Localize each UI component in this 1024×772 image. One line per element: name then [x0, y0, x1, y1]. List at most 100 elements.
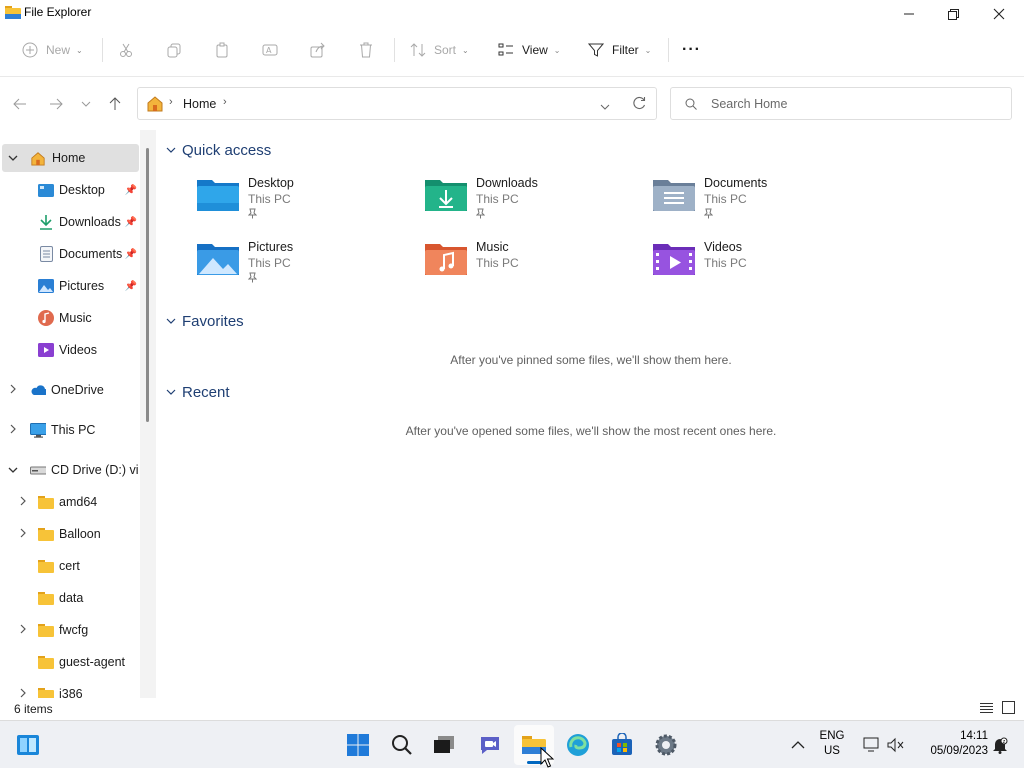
quick-access-item[interactable]: Documents This PC [652, 176, 852, 228]
chevron-down-icon [166, 387, 176, 398]
search-box[interactable]: Search Home [670, 87, 1012, 120]
breadcrumb-home[interactable]: Home [183, 97, 216, 111]
copy-button[interactable] [164, 28, 190, 72]
clock-time: 14:11 [960, 730, 988, 742]
quick-access-item[interactable]: Videos This PC [652, 240, 852, 292]
search-input[interactable]: Search Home [711, 97, 787, 111]
rename-button[interactable]: A [260, 28, 286, 72]
videos-folder-icon [652, 240, 696, 276]
arrow-right-icon [50, 98, 63, 110]
sidebar-item-label: data [59, 591, 84, 605]
recent-header[interactable]: Recent [166, 384, 230, 401]
rename-icon: A [260, 42, 280, 58]
sidebar-item-folder[interactable]: i386 [2, 680, 139, 698]
notifications-button[interactable]: z [980, 725, 1020, 765]
view-label: View [522, 43, 548, 57]
sidebar-item-label: Balloon [59, 527, 101, 541]
sidebar-item-folder[interactable]: amd64 [2, 488, 139, 516]
sidebar-item-folder[interactable]: cert [2, 552, 139, 580]
view-button[interactable]: View ⌄ [496, 28, 561, 72]
delete-button[interactable] [356, 28, 382, 72]
microsoft-store-icon [612, 733, 632, 755]
quick-access-item[interactable]: Desktop This PC [196, 176, 396, 228]
task-view-icon [434, 736, 454, 753]
more-options-button[interactable]: ··· [682, 28, 701, 72]
tiles-view-button[interactable] [1002, 701, 1015, 717]
start-button[interactable] [338, 725, 378, 765]
item-location: This PC [704, 256, 747, 270]
details-view-button[interactable] [980, 702, 993, 717]
gear-icon [655, 734, 677, 756]
new-button[interactable]: New ⌄ [20, 28, 83, 72]
windows-logo-icon [347, 734, 369, 756]
task-view-button[interactable] [424, 725, 464, 765]
music-folder-icon [424, 240, 468, 276]
minimize-button[interactable] [886, 0, 932, 28]
paste-button[interactable] [212, 28, 238, 72]
recent-empty-message: After you've opened some files, we'll sh… [405, 424, 777, 438]
chevron-right-icon[interactable] [18, 624, 28, 637]
close-button[interactable] [976, 0, 1022, 28]
folder-icon [38, 494, 54, 510]
sidebar-item-folder[interactable]: fwcfg [2, 616, 139, 644]
sidebar-item-folder[interactable]: guest-agent [2, 648, 139, 676]
favorites-empty-message: After you've pinned some files, we'll sh… [450, 353, 732, 367]
volume-button[interactable] [876, 725, 916, 765]
settings-button[interactable] [646, 725, 686, 765]
command-bar: New ⌄ A Sort ⌄ View ⌄ Filter ⌄ ··· [0, 28, 1024, 77]
quick-access-item[interactable]: Pictures This PC [196, 240, 396, 292]
refresh-button[interactable] [632, 96, 646, 113]
chevron-right-icon[interactable] [18, 528, 28, 541]
language-code: ENG [819, 730, 845, 742]
documents-folder-icon [652, 176, 696, 212]
sort-button[interactable]: Sort ⌄ [408, 28, 469, 72]
item-name: Downloads [476, 176, 538, 190]
clock[interactable]: 14:11 05/09/2023 [912, 730, 988, 762]
item-location: This PC [476, 256, 519, 270]
quick-access-item[interactable]: Music This PC [424, 240, 624, 292]
store-button[interactable] [602, 725, 642, 765]
chat-button[interactable] [470, 725, 510, 765]
quick-access-item[interactable]: Downloads This PC [424, 176, 624, 228]
restore-button[interactable] [930, 0, 976, 28]
quick-access-header[interactable]: Quick access [166, 142, 271, 159]
forward-button[interactable] [44, 92, 68, 116]
language-indicator[interactable]: ENG US [812, 730, 852, 762]
section-title: Recent [182, 384, 230, 401]
search-button[interactable] [382, 725, 422, 765]
chevron-right-icon[interactable] [18, 496, 28, 509]
item-name: Music [476, 240, 509, 254]
edge-button[interactable] [558, 725, 598, 765]
tiles-view-icon [1002, 701, 1015, 714]
trash-icon [356, 42, 376, 58]
address-bar[interactable]: › Home › [137, 87, 657, 120]
back-button[interactable] [8, 92, 32, 116]
home-icon [146, 95, 164, 115]
sidebar-item-folder[interactable]: Balloon [2, 520, 139, 548]
more-icon: ··· [682, 41, 701, 58]
edge-browser-icon [567, 734, 589, 756]
folder-icon [38, 622, 54, 638]
cut-button[interactable] [116, 28, 142, 72]
address-history-dropdown[interactable] [600, 99, 610, 113]
filter-button[interactable]: Filter ⌄ [586, 28, 651, 72]
divider [668, 38, 669, 62]
recent-locations-button[interactable] [74, 92, 98, 116]
chevron-right-icon[interactable] [18, 688, 28, 699]
favorites-header[interactable]: Favorites [166, 313, 244, 330]
svg-text:z: z [1003, 739, 1006, 745]
sidebar-item-folder[interactable]: data [2, 584, 139, 612]
up-button[interactable] [103, 92, 127, 116]
arrow-left-icon [13, 98, 26, 110]
breadcrumb-separator-icon[interactable]: › [223, 96, 227, 108]
share-button[interactable] [308, 28, 334, 72]
status-bar: 6 items [0, 698, 1024, 720]
folder-icon [38, 686, 54, 698]
item-location: This PC [476, 192, 519, 206]
divider [394, 38, 395, 62]
pin-icon [247, 208, 258, 222]
downloads-folder-icon [424, 176, 468, 212]
item-name: Videos [704, 240, 742, 254]
search-icon [685, 98, 697, 113]
widgets-button[interactable] [8, 725, 48, 765]
